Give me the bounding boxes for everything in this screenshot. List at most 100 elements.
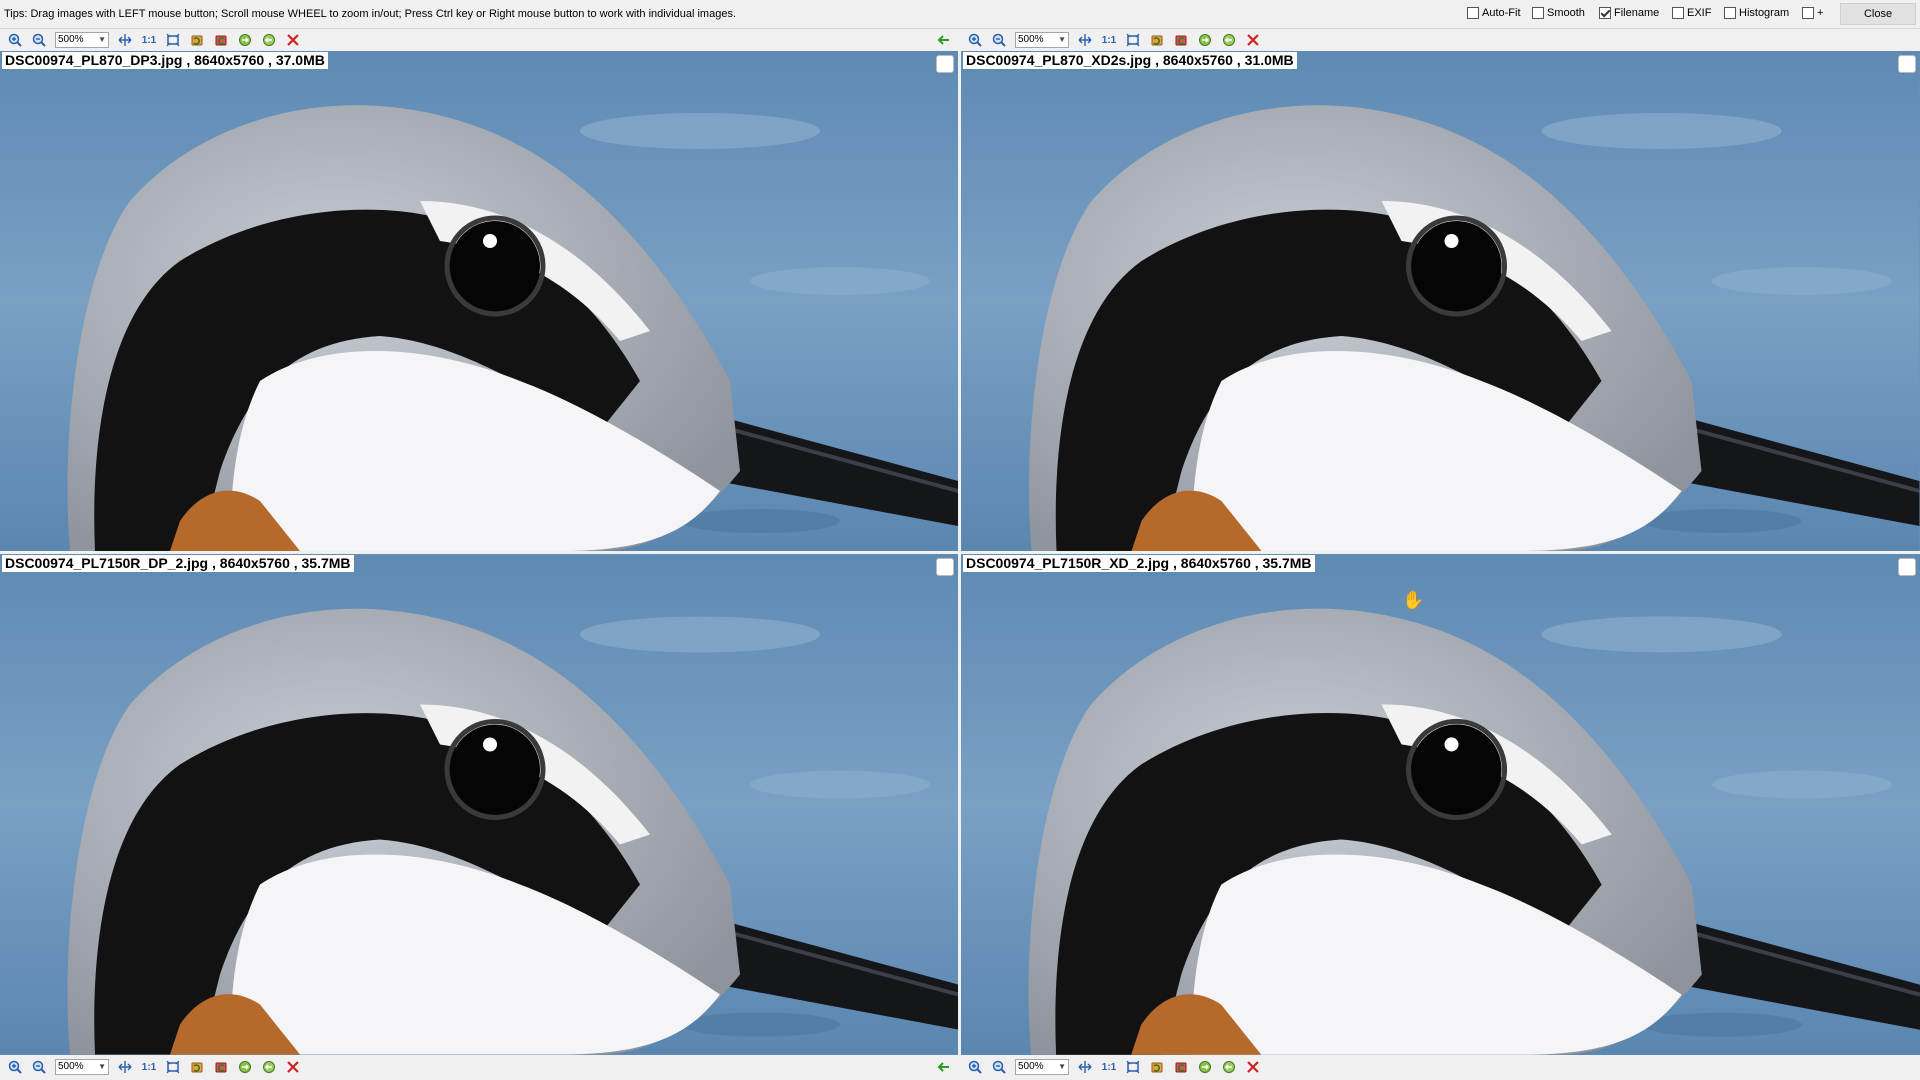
remove-button[interactable] <box>281 30 305 50</box>
select-image-checkbox[interactable] <box>936 55 954 73</box>
flip-icon <box>238 33 252 47</box>
plus-option[interactable]: + <box>1802 7 1823 19</box>
tips-text: Tips: Drag images with LEFT mouse button… <box>4 8 736 20</box>
rotate-right-icon <box>214 33 228 47</box>
select-image-checkbox[interactable] <box>1898 55 1916 73</box>
one-to-one-button[interactable]: 1:1 <box>137 1057 161 1077</box>
rotate-left-icon <box>1150 33 1164 47</box>
image-pane-3[interactable]: DSC00974_PL7150R_DP_2.jpg , 8640x5760 , … <box>0 554 958 1055</box>
one-to-one-button[interactable]: 1:1 <box>1097 1057 1121 1077</box>
rotate-left-button[interactable] <box>185 1057 209 1077</box>
zoom-select[interactable]: 500% ▼ <box>1015 1059 1069 1075</box>
zoom-out-button[interactable] <box>27 30 51 50</box>
flip-button[interactable] <box>1193 1057 1217 1077</box>
fit-button[interactable] <box>113 30 137 50</box>
one-to-one-icon: 1:1 <box>1101 34 1117 46</box>
remove-icon <box>286 33 300 47</box>
sync-arrow-button[interactable] <box>932 1057 956 1077</box>
remove-button[interactable] <box>281 1057 305 1077</box>
sync-button[interactable] <box>1217 1057 1241 1077</box>
one-to-one-button[interactable]: 1:1 <box>137 30 161 50</box>
chevron-down-icon: ▼ <box>98 1062 106 1071</box>
chevron-down-icon: ▼ <box>1058 35 1066 44</box>
zoom-in-icon <box>8 33 22 47</box>
flip-button[interactable] <box>233 30 257 50</box>
remove-button[interactable] <box>1241 1057 1265 1077</box>
bird-photo-3 <box>0 554 958 1055</box>
rotate-left-button[interactable] <box>1145 30 1169 50</box>
zoom-in-button[interactable] <box>963 1057 987 1077</box>
rotate-right-button[interactable] <box>1169 1057 1193 1077</box>
smooth-checkbox[interactable] <box>1532 7 1544 19</box>
histogram-option[interactable]: Histogram <box>1724 7 1789 19</box>
histogram-checkbox[interactable] <box>1724 7 1736 19</box>
flip-button[interactable] <box>1193 30 1217 50</box>
sync-button[interactable] <box>257 1057 281 1077</box>
fit-icon <box>1078 1060 1092 1074</box>
pane-divider-horizontal[interactable] <box>0 551 1920 554</box>
rotate-left-button[interactable] <box>1145 1057 1169 1077</box>
zoom-in-button[interactable] <box>3 1057 27 1077</box>
fit-icon <box>118 33 132 47</box>
close-button[interactable]: Close <box>1840 3 1916 25</box>
remove-button[interactable] <box>1241 30 1265 50</box>
rotate-left-icon <box>190 1060 204 1074</box>
sync-arrow-button[interactable] <box>932 30 956 50</box>
rotate-right-icon <box>1174 1060 1188 1074</box>
zoom-in-button[interactable] <box>963 30 987 50</box>
zoom-out-button[interactable] <box>987 1057 1011 1077</box>
rotate-right-button[interactable] <box>209 1057 233 1077</box>
autofit-option[interactable]: Auto-Fit <box>1467 7 1521 19</box>
fit-icon <box>1078 33 1092 47</box>
zoom-select[interactable]: 500% ▼ <box>55 1059 109 1075</box>
one-to-one-icon: 1:1 <box>141 34 157 46</box>
fit-window-button[interactable] <box>161 1057 185 1077</box>
image-toolbar: 500% ▼ 1:1 <box>963 29 1265 51</box>
rotate-left-button[interactable] <box>185 30 209 50</box>
select-image-checkbox[interactable] <box>1898 558 1916 576</box>
zoom-select[interactable]: 500% ▼ <box>55 32 109 48</box>
image-pane-2[interactable]: DSC00974_PL870_XD2s.jpg , 8640x5760 , 31… <box>961 51 1920 551</box>
plus-checkbox[interactable] <box>1802 7 1814 19</box>
zoom-select[interactable]: 500% ▼ <box>1015 32 1069 48</box>
fit-window-icon <box>166 1060 180 1074</box>
zoom-out-icon <box>32 1060 46 1074</box>
zoom-in-button[interactable] <box>3 30 27 50</box>
exif-label: EXIF <box>1687 7 1712 19</box>
zoom-value: 500% <box>1018 34 1044 45</box>
hand-cursor-icon: ✋ <box>1402 590 1425 610</box>
one-to-one-button[interactable]: 1:1 <box>1097 30 1121 50</box>
sync-button[interactable] <box>1217 30 1241 50</box>
fit-window-button[interactable] <box>1121 1057 1145 1077</box>
fit-window-icon <box>1126 33 1140 47</box>
image-toolbar: 500% ▼ 1:1 <box>3 1056 305 1078</box>
flip-button[interactable] <box>233 1057 257 1077</box>
filename-option[interactable]: Filename <box>1599 7 1659 19</box>
fit-button[interactable] <box>1073 30 1097 50</box>
fit-button[interactable] <box>1073 1057 1097 1077</box>
autofit-label: Auto-Fit <box>1482 7 1521 19</box>
smooth-option[interactable]: Smooth <box>1532 7 1585 19</box>
select-image-checkbox[interactable] <box>936 558 954 576</box>
rotate-left-icon <box>1150 1060 1164 1074</box>
flip-icon <box>1198 33 1212 47</box>
sync-button[interactable] <box>257 30 281 50</box>
filename-checkbox[interactable] <box>1599 7 1611 19</box>
fit-window-button[interactable] <box>1121 30 1145 50</box>
zoom-value: 500% <box>58 34 84 45</box>
rotate-right-button[interactable] <box>1169 30 1193 50</box>
rotate-right-button[interactable] <box>209 30 233 50</box>
fit-window-icon <box>1126 1060 1140 1074</box>
image-pane-4[interactable]: DSC00974_PL7150R_XD_2.jpg , 8640x5760 , … <box>961 554 1920 1055</box>
autofit-checkbox[interactable] <box>1467 7 1479 19</box>
zoom-in-icon <box>968 33 982 47</box>
fit-window-button[interactable] <box>161 30 185 50</box>
exif-option[interactable]: EXIF <box>1672 7 1711 19</box>
zoom-out-button[interactable] <box>987 30 1011 50</box>
zoom-out-button[interactable] <box>27 1057 51 1077</box>
fit-button[interactable] <box>113 1057 137 1077</box>
image-pane-1[interactable]: DSC00974_PL870_DP3.jpg , 8640x5760 , 37.… <box>0 51 958 551</box>
exif-checkbox[interactable] <box>1672 7 1684 19</box>
image-caption: DSC00974_PL7150R_DP_2.jpg , 8640x5760 , … <box>2 555 354 572</box>
image-caption: DSC00974_PL870_XD2s.jpg , 8640x5760 , 31… <box>963 52 1297 69</box>
